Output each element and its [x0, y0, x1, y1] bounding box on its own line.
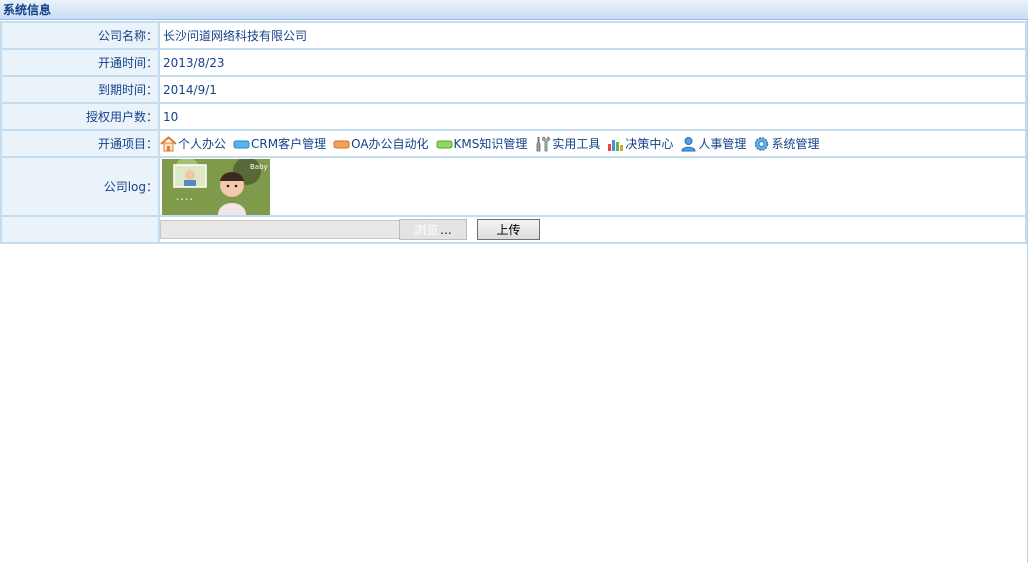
panel-title: 系统信息: [3, 3, 52, 17]
oa-icon: [333, 140, 350, 148]
row-modules: 开通项目： 个人办公 CRM客户管理 OA办公自动化 KMS知识管理 实用工具 …: [0, 129, 1027, 158]
svg-text:• • • •: • • • •: [176, 197, 193, 203]
row-open-time: 开通时间： 2013/8/23: [0, 48, 1027, 77]
upload-label-cell: [0, 215, 160, 244]
module-crm: CRM客户管理: [233, 135, 326, 152]
module-label: KMS知识管理: [453, 137, 528, 151]
home-icon: [160, 135, 177, 151]
right-frame-border: [1027, 0, 1028, 563]
gear-icon: [755, 136, 769, 151]
module-label: OA办公自动化: [351, 137, 429, 151]
open-time-value: 2013/8/23: [163, 55, 225, 70]
module-label: 系统管理: [771, 137, 820, 151]
upload-button[interactable]: 上传: [477, 219, 540, 240]
crm-icon: [233, 140, 250, 148]
module-label: 人事管理: [698, 137, 747, 151]
logo-photo-icon: Baby • • • •: [162, 158, 270, 215]
company-logo-image: Baby • • • •: [162, 158, 270, 215]
license-users-value: 10: [163, 109, 179, 124]
module-label: 个人办公: [178, 137, 227, 151]
row-expire-time: 到期时间： 2014/9/1: [0, 75, 1027, 104]
logo-label: 公司log：: [0, 156, 160, 217]
row-upload: 浏览 ... 上传: [0, 215, 1027, 244]
upload-controls: 浏览 ... 上传: [160, 217, 1025, 242]
system-info-table: 公司名称： 长沙问道网络科技有限公司 开通时间： 2013/8/23 到期时间：…: [0, 21, 1027, 244]
browse-label: ...: [440, 222, 452, 237]
module-oa: OA办公自动化: [333, 135, 429, 152]
expire-time-value: 2014/9/1: [163, 82, 217, 97]
row-license-users: 授权用户数： 10: [0, 102, 1027, 131]
module-label: CRM客户管理: [251, 137, 327, 151]
browse-ghost-text: 浏览: [414, 223, 439, 237]
kms-icon: [436, 140, 453, 148]
row-logo: 公司log： Baby • • • •: [0, 156, 1027, 217]
module-label: 实用工具: [552, 137, 601, 151]
svg-text:Baby: Baby: [250, 163, 268, 171]
company-name-label: 公司名称：: [0, 21, 160, 50]
company-name-value: 长沙问道网络科技有限公司: [163, 29, 308, 43]
module-label: 决策中心: [625, 137, 674, 151]
license-users-label: 授权用户数：: [0, 102, 160, 131]
module-system: 系统管理: [753, 135, 819, 152]
row-company-name: 公司名称： 长沙问道网络科技有限公司: [0, 21, 1027, 50]
module-decision: 决策中心: [607, 135, 673, 152]
file-path-input[interactable]: [160, 220, 400, 239]
browse-button[interactable]: 浏览 ...: [399, 219, 467, 240]
module-tools: 实用工具: [534, 135, 600, 152]
module-hr: 人事管理: [680, 135, 746, 152]
expire-time-label: 到期时间：: [0, 75, 160, 104]
chart-icon: [608, 139, 624, 151]
panel-header: 系统信息: [0, 0, 1028, 20]
module-list: 个人办公 CRM客户管理 OA办公自动化 KMS知识管理 实用工具 决策中心 人…: [160, 135, 1025, 152]
modules-label: 开通项目：: [0, 129, 160, 158]
module-personal-office: 个人办公: [160, 135, 226, 152]
tools-icon: [536, 135, 551, 151]
person-icon: [681, 136, 696, 151]
open-time-label: 开通时间：: [0, 48, 160, 77]
module-kms: KMS知识管理: [436, 135, 528, 152]
